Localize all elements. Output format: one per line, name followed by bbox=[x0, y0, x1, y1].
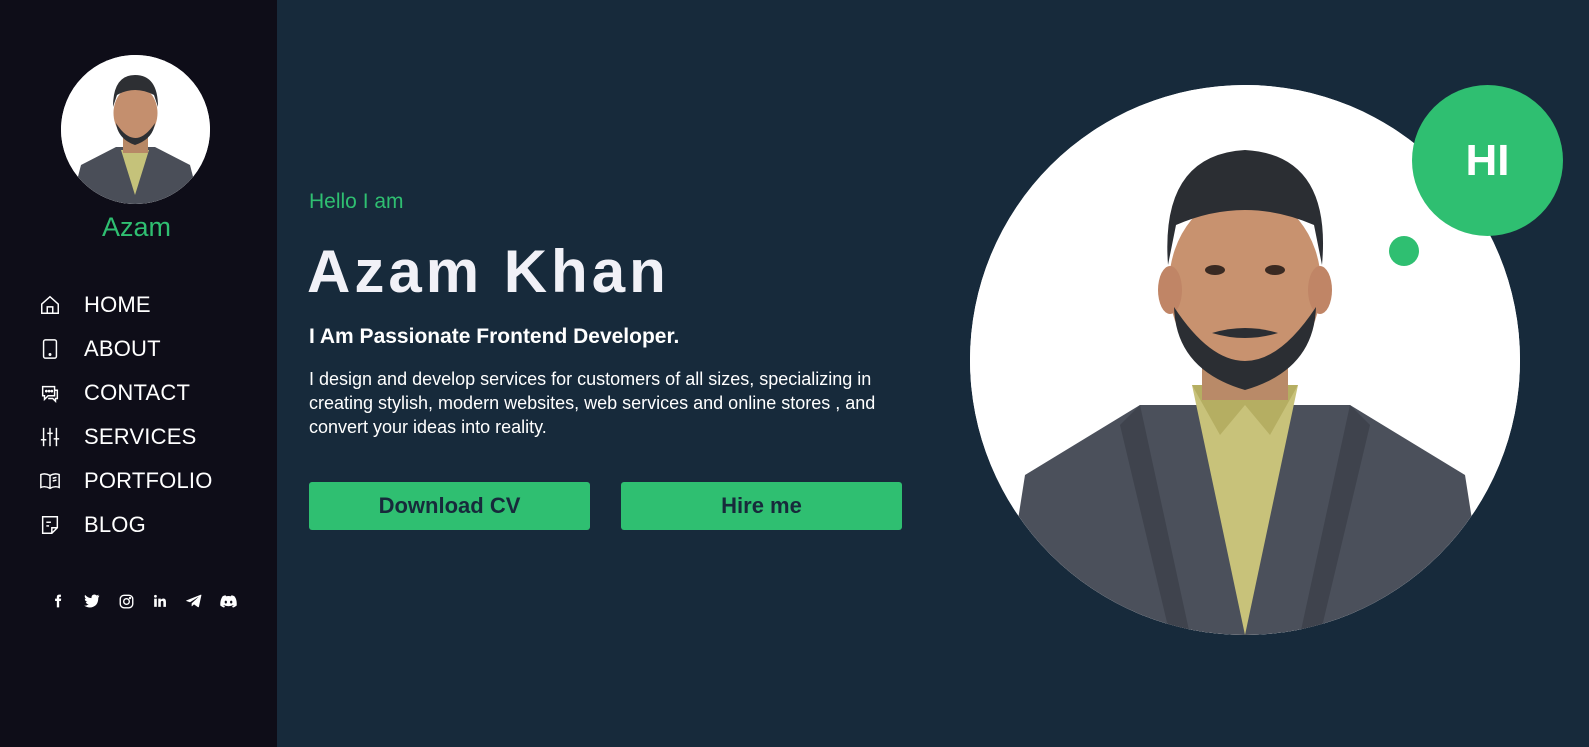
nav-item-label: CONTACT bbox=[84, 380, 191, 405]
nav-item-label: BLOG bbox=[84, 512, 146, 537]
nav-item-label: SERVICES bbox=[84, 424, 197, 449]
nav-item-blog[interactable]: BLOG bbox=[38, 503, 213, 547]
sidebar: Azam HOME ABOUT CONTACT SERVICES PORTFOL… bbox=[0, 0, 277, 747]
document-icon bbox=[38, 513, 62, 537]
instagram-icon[interactable] bbox=[109, 590, 143, 612]
nav-item-services[interactable]: SERVICES bbox=[38, 415, 213, 459]
avatar bbox=[61, 55, 210, 204]
linkedin-icon[interactable] bbox=[143, 590, 177, 612]
greeting-text: Hello I am bbox=[309, 190, 404, 213]
telegram-icon[interactable] bbox=[177, 590, 211, 612]
nav-item-contact[interactable]: CONTACT bbox=[38, 371, 213, 415]
book-icon bbox=[38, 469, 62, 493]
nav-item-label: PORTFOLIO bbox=[84, 468, 213, 493]
hero-section: Hello I am Azam Khan I Am Passionate Fro… bbox=[277, 0, 1589, 747]
facebook-icon[interactable] bbox=[41, 590, 75, 612]
hire-me-button[interactable]: Hire me bbox=[621, 482, 902, 530]
twitter-icon[interactable] bbox=[75, 590, 109, 612]
nav-item-label: HOME bbox=[84, 292, 151, 317]
download-cv-button[interactable]: Download CV bbox=[309, 482, 590, 530]
social-links bbox=[41, 590, 245, 612]
hi-badge: HI bbox=[1412, 85, 1563, 236]
hero-description: I design and develop services for custom… bbox=[309, 369, 876, 437]
hero-tagline: I Am Passionate Frontend Developer. bbox=[309, 325, 680, 348]
sliders-icon bbox=[38, 425, 62, 449]
chat-icon bbox=[38, 381, 62, 405]
nav-item-home[interactable]: HOME bbox=[38, 283, 213, 327]
discord-icon[interactable] bbox=[211, 590, 245, 612]
tablet-icon bbox=[38, 337, 62, 361]
hero-name: Azam Khan bbox=[307, 238, 670, 305]
nav-item-portfolio[interactable]: PORTFOLIO bbox=[38, 459, 213, 503]
main-nav: HOME ABOUT CONTACT SERVICES PORTFOLIO BL… bbox=[38, 283, 213, 547]
nav-item-about[interactable]: ABOUT bbox=[38, 327, 213, 371]
accent-dot bbox=[1389, 236, 1419, 266]
brand-name: Azam bbox=[101, 212, 172, 242]
home-icon bbox=[38, 293, 62, 317]
nav-item-label: ABOUT bbox=[84, 336, 161, 361]
